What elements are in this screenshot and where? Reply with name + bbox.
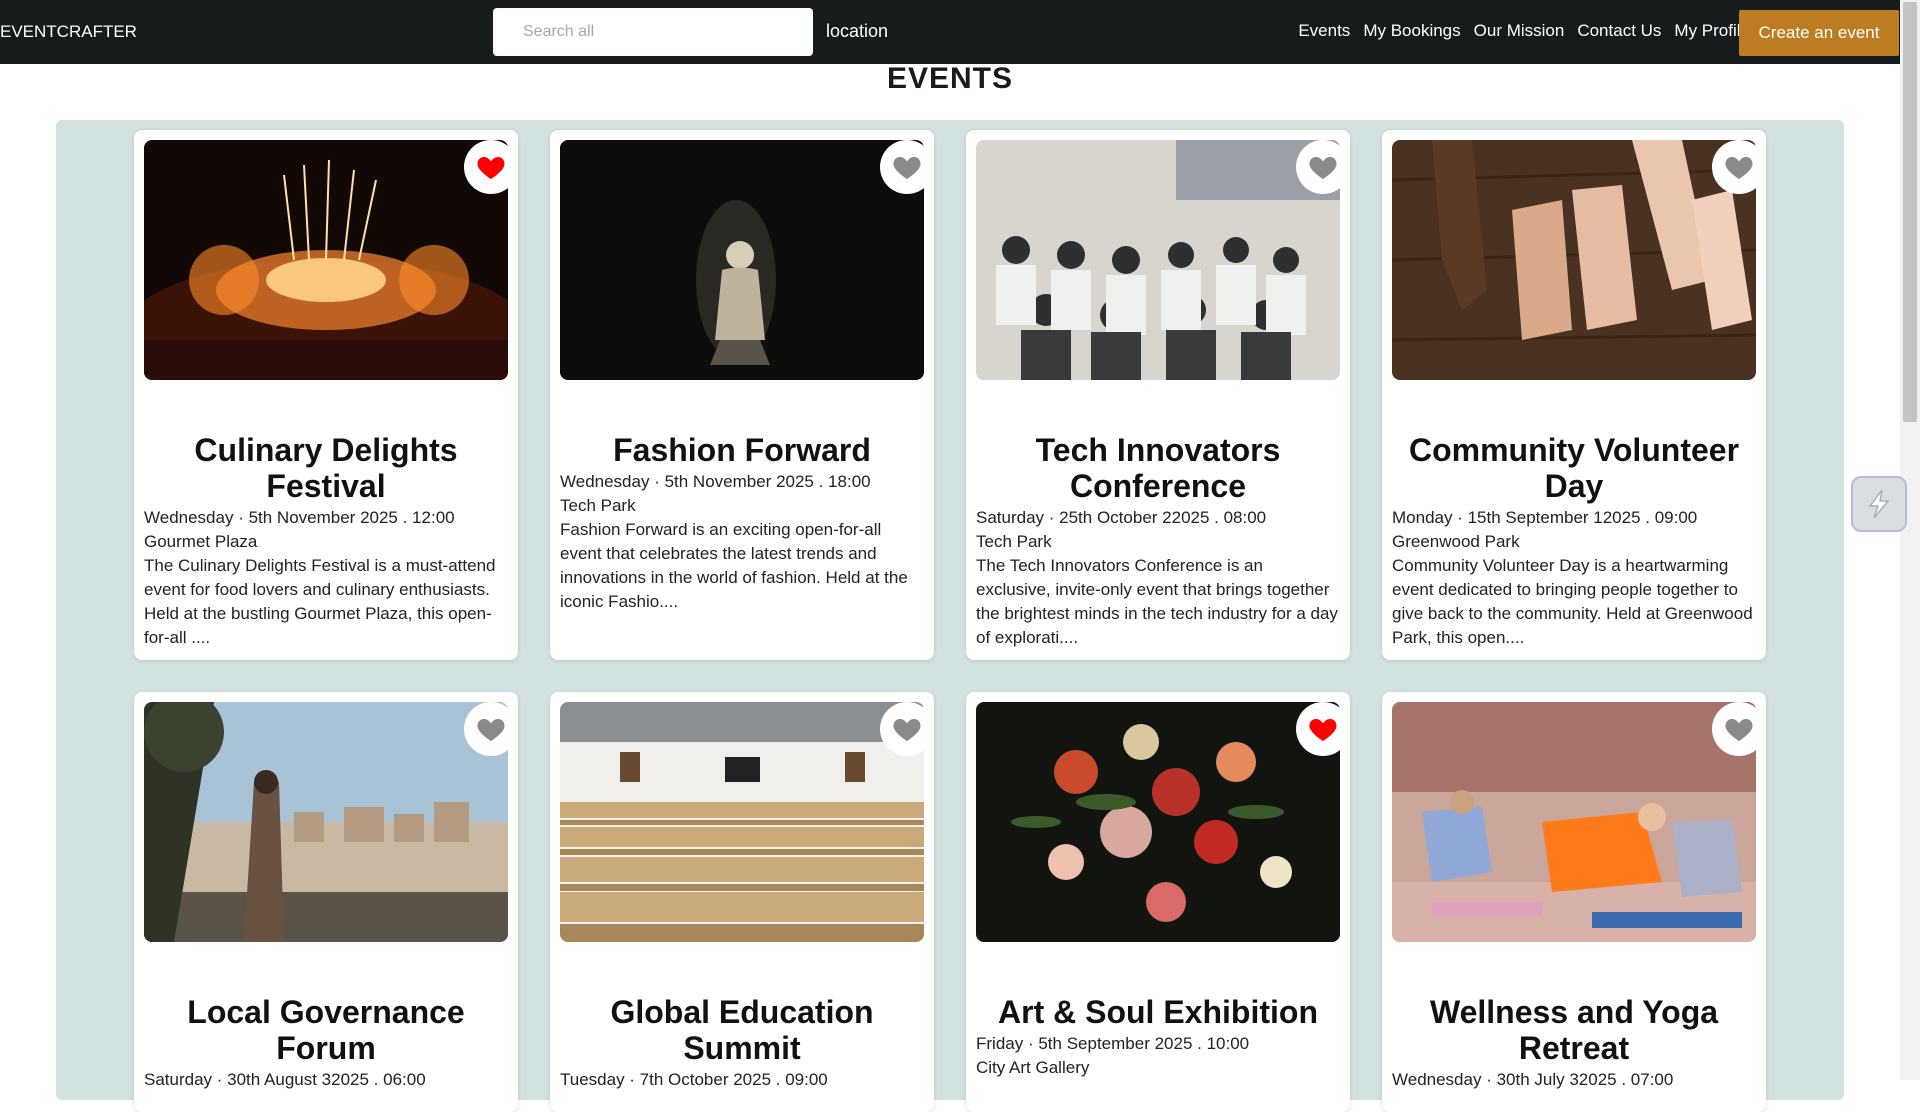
- event-card[interactable]: Art & Soul Exhibition Friday · 5th Septem…: [966, 692, 1350, 1112]
- event-venue: Greenwood Park: [1392, 532, 1520, 551]
- page-scrollbar[interactable]: [1900, 0, 1920, 1080]
- top-navbar: EVENTCRAFTER location Events My Bookings…: [0, 0, 1900, 64]
- event-title[interactable]: Global Education Summit: [560, 994, 924, 1066]
- event-title[interactable]: Culinary Delights Festival: [144, 432, 508, 504]
- event-details: Tuesday · 7th October 2025 . 09:00: [560, 1068, 924, 1092]
- event-image[interactable]: [1392, 140, 1756, 380]
- search-input[interactable]: [493, 8, 813, 56]
- event-date: Saturday · 25th October 22025 . 08:00: [976, 508, 1267, 527]
- event-card[interactable]: Culinary Delights Festival Wednesday · 5t…: [134, 130, 518, 660]
- nav-link-events[interactable]: Events: [1298, 21, 1350, 41]
- heart-icon: [1309, 719, 1337, 741]
- heart-icon: [477, 157, 505, 179]
- event-title[interactable]: Art & Soul Exhibition: [976, 994, 1340, 1030]
- heart-icon: [1725, 157, 1753, 179]
- create-event-button[interactable]: Create an event: [1739, 10, 1899, 56]
- nav-links: Events My Bookings Our Mission Contact U…: [1298, 21, 1750, 41]
- event-details: Wednesday · 30th July 32025 . 07:00: [1392, 1068, 1756, 1092]
- event-description: Fashion Forward is an exciting open-for-…: [560, 520, 908, 611]
- event-card[interactable]: Community Volunteer Day Monday · 15th Sep…: [1382, 130, 1766, 660]
- event-image[interactable]: [144, 140, 508, 380]
- scrollbar-thumb[interactable]: [1903, 2, 1917, 422]
- event-details: Friday · 5th September 2025 . 10:00 City …: [976, 1032, 1340, 1080]
- event-details: Monday · 15th September 12025 . 09:00 Gre…: [1392, 506, 1756, 650]
- event-image[interactable]: [560, 702, 924, 942]
- event-card[interactable]: Local Governance Forum Saturday · 30th Au…: [134, 692, 518, 1112]
- event-date: Tuesday · 7th October 2025 . 09:00: [560, 1070, 828, 1089]
- event-description: The Culinary Delights Festival is a must…: [144, 556, 496, 647]
- heart-icon: [893, 719, 921, 741]
- event-date: Wednesday · 30th July 32025 . 07:00: [1392, 1070, 1674, 1089]
- page-title: EVENTS: [886, 62, 1014, 95]
- floating-extension-button[interactable]: [1851, 476, 1907, 532]
- event-card[interactable]: Fashion Forward Wednesday · 5th November …: [550, 130, 934, 660]
- nav-link-my-bookings[interactable]: My Bookings: [1363, 21, 1460, 41]
- event-date: Saturday · 30th August 32025 . 06:00: [144, 1070, 426, 1089]
- event-details: Wednesday · 5th November 2025 . 12:00 Gou…: [144, 506, 508, 650]
- brand-logo[interactable]: EVENTCRAFTER: [0, 22, 137, 42]
- favorite-button[interactable]: [1296, 140, 1350, 194]
- event-description: Community Volunteer Day is a heartwarmin…: [1392, 556, 1753, 647]
- event-image[interactable]: [1392, 702, 1756, 942]
- favorite-button[interactable]: [1296, 702, 1350, 756]
- event-image[interactable]: [560, 140, 924, 380]
- event-card[interactable]: Wellness and Yoga Retreat Wednesday · 30t…: [1382, 692, 1766, 1112]
- event-venue: City Art Gallery: [976, 1058, 1090, 1077]
- favorite-button[interactable]: [464, 140, 518, 194]
- nav-link-our-mission[interactable]: Our Mission: [1474, 21, 1565, 41]
- event-image[interactable]: [144, 702, 508, 942]
- event-details: Saturday · 25th October 22025 . 08:00 Tec…: [976, 506, 1340, 650]
- heart-icon: [477, 719, 505, 741]
- event-venue: Tech Park: [560, 496, 636, 515]
- event-date: Friday · 5th September 2025 . 10:00: [976, 1034, 1250, 1053]
- location-selector[interactable]: location: [826, 21, 888, 42]
- event-title[interactable]: Fashion Forward: [560, 432, 924, 468]
- favorite-button[interactable]: [880, 702, 934, 756]
- favorite-button[interactable]: [1712, 140, 1766, 194]
- event-details: Wednesday · 5th November 2025 . 18:00 Tec…: [560, 470, 924, 614]
- event-venue: Tech Park: [976, 532, 1052, 551]
- nav-link-contact-us[interactable]: Contact Us: [1577, 21, 1661, 41]
- event-date: Wednesday · 5th November 2025 . 12:00: [144, 508, 455, 527]
- event-title[interactable]: Local Governance Forum: [144, 994, 508, 1066]
- event-details: Saturday · 30th August 32025 . 06:00: [144, 1068, 508, 1092]
- heart-icon: [893, 157, 921, 179]
- event-date: Wednesday · 5th November 2025 . 18:00: [560, 472, 871, 491]
- heart-icon: [1725, 719, 1753, 741]
- heart-icon: [1309, 157, 1337, 179]
- lightning-icon: [1868, 489, 1890, 519]
- event-title[interactable]: Tech Innovators Conference: [976, 432, 1340, 504]
- event-title[interactable]: Community Volunteer Day: [1392, 432, 1756, 504]
- favorite-button[interactable]: [1712, 702, 1766, 756]
- event-card[interactable]: Tech Innovators Conference Saturday · 25t…: [966, 130, 1350, 660]
- favorite-button[interactable]: [464, 702, 518, 756]
- event-image[interactable]: [976, 140, 1340, 380]
- event-image[interactable]: [976, 702, 1340, 942]
- favorite-button[interactable]: [880, 140, 934, 194]
- event-title[interactable]: Wellness and Yoga Retreat: [1392, 994, 1756, 1066]
- event-description: The Tech Innovators Conference is an exc…: [976, 556, 1338, 647]
- event-date: Monday · 15th September 12025 . 09:00: [1392, 508, 1698, 527]
- event-venue: Gourmet Plaza: [144, 532, 258, 551]
- event-card[interactable]: Global Education Summit Tuesday · 7th Oct…: [550, 692, 934, 1112]
